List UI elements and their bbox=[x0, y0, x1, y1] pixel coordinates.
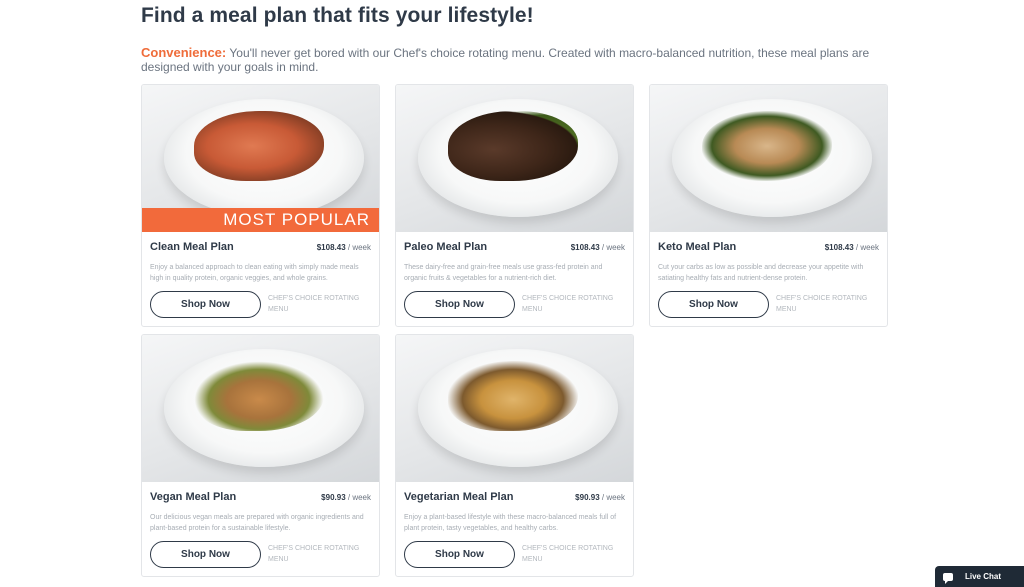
meal-image-vegetarian[interactable] bbox=[396, 335, 633, 482]
price-value: $90.93 bbox=[575, 493, 600, 502]
shop-now-button[interactable]: Shop Now bbox=[404, 541, 515, 568]
meal-plan-card-vegetarian: Vegetarian Meal Plan $90.93 / week Enjoy… bbox=[395, 334, 634, 577]
plan-description: These dairy-free and grain-free meals us… bbox=[404, 264, 603, 282]
price-unit: / week bbox=[601, 493, 625, 502]
food-keto bbox=[702, 111, 832, 181]
food-salmon bbox=[194, 111, 324, 181]
meal-plan-card-clean: MOST POPULAR Clean Meal Plan $108.43 / w… bbox=[141, 84, 380, 327]
shop-now-button[interactable]: Shop Now bbox=[150, 291, 261, 318]
plan-price: $90.93 / week bbox=[321, 493, 371, 502]
plan-name: Vegetarian Meal Plan bbox=[404, 491, 514, 503]
plan-name: Keto Meal Plan bbox=[658, 241, 737, 253]
plan-description: Our delicious vegan meals are prepared w… bbox=[150, 514, 364, 532]
meal-image-steak[interactable] bbox=[396, 85, 633, 232]
plan-price: $108.43 / week bbox=[825, 243, 879, 252]
plan-price: $108.43 / week bbox=[571, 243, 625, 252]
food-vegan bbox=[194, 361, 324, 431]
price-unit: / week bbox=[855, 243, 879, 252]
plan-name: Clean Meal Plan bbox=[150, 241, 234, 253]
intro-body: You'll never get bored with our Chef's c… bbox=[141, 46, 870, 74]
live-chat-button[interactable]: Live Chat bbox=[935, 566, 1024, 587]
meal-image-salmon[interactable]: MOST POPULAR bbox=[142, 85, 379, 232]
price-value: $90.93 bbox=[321, 493, 346, 502]
page-title: Find a meal plan that fits your lifestyl… bbox=[141, 4, 534, 27]
price-unit: / week bbox=[347, 243, 371, 252]
shop-now-button[interactable]: Shop Now bbox=[150, 541, 261, 568]
plan-description: Cut your carbs as low as possible and de… bbox=[658, 264, 864, 282]
shop-now-button[interactable]: Shop Now bbox=[658, 291, 769, 318]
rotating-menu-note: CHEF'S CHOICE ROTATING MENU bbox=[522, 295, 614, 313]
plan-description: Enjoy a plant-based lifestyle with these… bbox=[404, 514, 617, 532]
intro-keyword: Convenience: bbox=[141, 45, 227, 60]
food-steak bbox=[448, 111, 578, 181]
most-popular-badge: MOST POPULAR bbox=[142, 208, 379, 232]
chat-bubble-icon bbox=[943, 572, 953, 584]
price-unit: / week bbox=[601, 243, 625, 252]
rotating-menu-note: CHEF'S CHOICE ROTATING MENU bbox=[522, 545, 614, 563]
price-value: $108.43 bbox=[824, 243, 854, 252]
rotating-menu-note: CHEF'S CHOICE ROTATING MENU bbox=[776, 295, 868, 313]
price-value: $108.43 bbox=[316, 243, 346, 252]
plan-price: $108.43 / week bbox=[317, 243, 371, 252]
shop-now-button[interactable]: Shop Now bbox=[404, 291, 515, 318]
meal-image-keto[interactable] bbox=[650, 85, 887, 232]
rotating-menu-note: CHEF'S CHOICE ROTATING MENU bbox=[268, 545, 360, 563]
rotating-menu-note: CHEF'S CHOICE ROTATING MENU bbox=[268, 295, 360, 313]
plan-name: Paleo Meal Plan bbox=[404, 241, 488, 253]
meal-image-vegan[interactable] bbox=[142, 335, 379, 482]
meal-plan-card-keto: Keto Meal Plan $108.43 / week Cut your c… bbox=[649, 84, 888, 327]
meal-plan-card-vegan: Vegan Meal Plan $90.93 / week Our delici… bbox=[141, 334, 380, 577]
price-value: $108.43 bbox=[570, 243, 600, 252]
intro-text: Convenience: You'll never get bored with… bbox=[141, 45, 881, 75]
food-vegetarian bbox=[448, 361, 578, 431]
plan-price: $90.93 / week bbox=[575, 493, 625, 502]
live-chat-label: Live Chat bbox=[965, 572, 1002, 581]
plan-name: Vegan Meal Plan bbox=[150, 491, 237, 503]
meal-plan-card-paleo: Paleo Meal Plan $108.43 / week These dai… bbox=[395, 84, 634, 327]
plan-description: Enjoy a balanced approach to clean eatin… bbox=[150, 264, 359, 282]
price-unit: / week bbox=[347, 493, 371, 502]
